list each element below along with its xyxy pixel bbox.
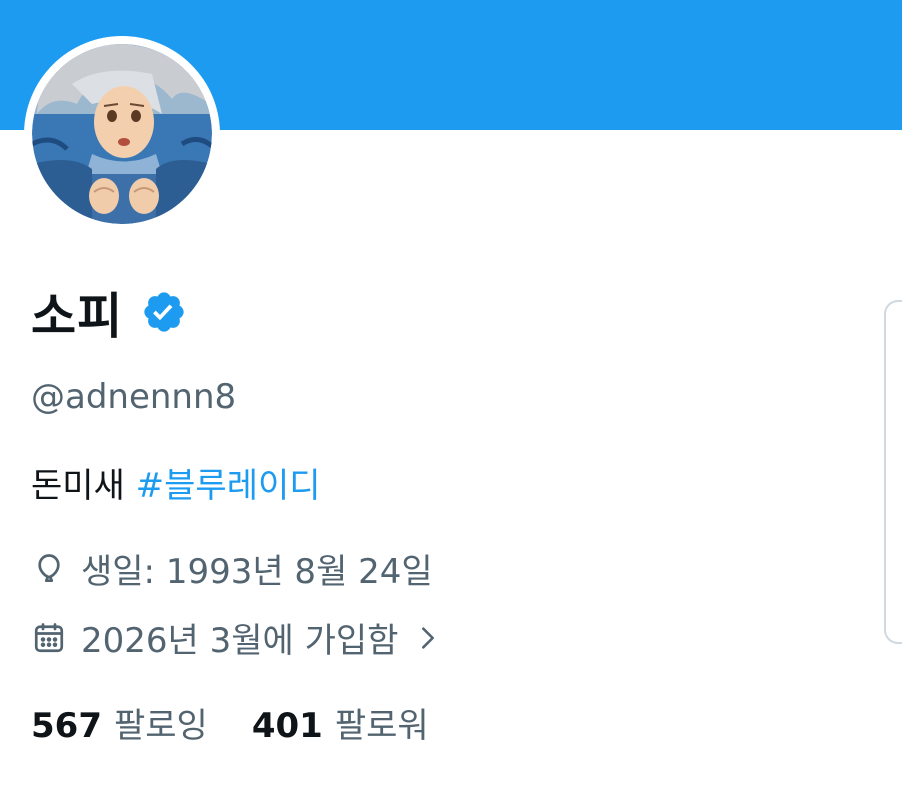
following-label: 팔로잉: [113, 706, 208, 746]
birthday-text: 생일: 1993년 8월 24일: [81, 552, 433, 592]
joined-row[interactable]: 2026년 3월에 가입함: [31, 613, 442, 662]
side-panel-edge[interactable]: [884, 300, 902, 644]
followers-link[interactable]: 401 팔로워: [252, 698, 429, 747]
followers-count: 401: [251, 706, 323, 746]
verified-badge-icon[interactable]: [141, 289, 187, 335]
avatar-frame: [24, 36, 220, 232]
profile-page: 소피 @adnennn8 돈미새 #블루레이디 생일: 1993년 8월 24일…: [0, 0, 902, 794]
bio: 돈미새 #블루레이디: [31, 458, 321, 507]
name-row: 소피: [31, 280, 187, 345]
birthday-row: 생일: 1993년 8월 24일: [31, 544, 433, 593]
followers-label: 팔로워: [334, 706, 429, 746]
bio-hashtag-link[interactable]: #블루레이디: [136, 466, 321, 506]
avatar[interactable]: [32, 44, 212, 224]
bio-text: 돈미새: [31, 466, 125, 506]
calendar-icon: [34, 622, 64, 652]
following-count: 567: [31, 706, 102, 746]
follow-stats: 567 팔로잉 401 팔로워: [31, 698, 429, 747]
balloon-icon: [38, 553, 60, 582]
joined-text: 2026년 3월에 가입함: [81, 621, 399, 661]
following-link[interactable]: 567 팔로잉: [31, 698, 208, 747]
user-handle: @adnennn8: [31, 377, 237, 417]
chevron-right-icon[interactable]: [414, 624, 442, 652]
display-name: 소피: [31, 287, 124, 345]
